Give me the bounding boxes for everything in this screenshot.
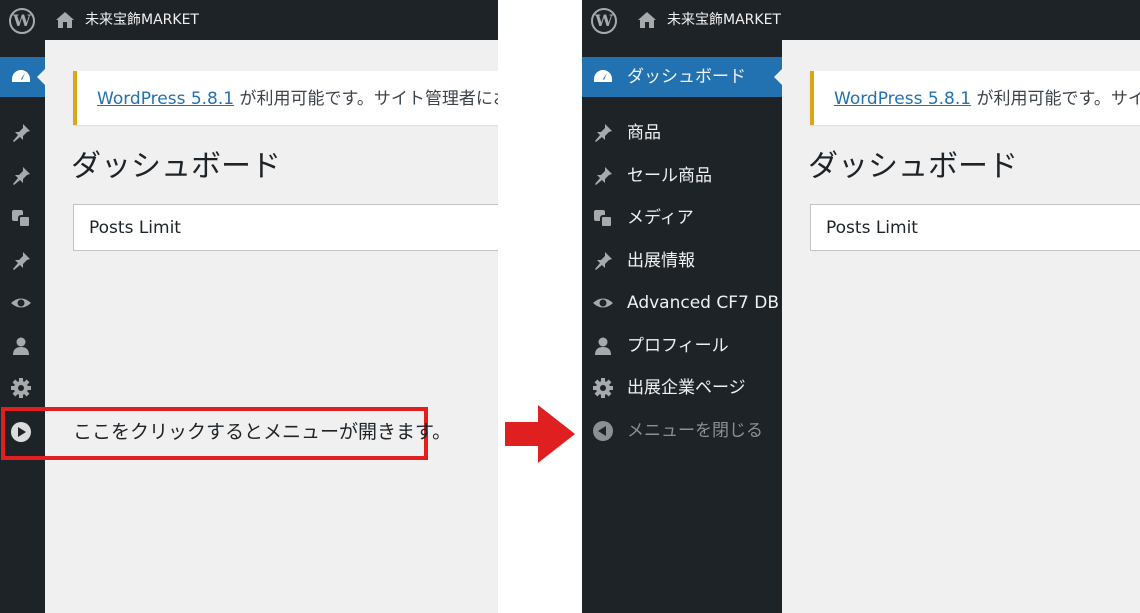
update-notice: WordPress 5.8.1 が利用可能です。サイト [810, 71, 1140, 125]
update-notice-text: WordPress 5.8.1 が利用可能です。サイト管理者にお [97, 88, 498, 110]
dashboard-icon [594, 70, 612, 82]
site-name[interactable]: 未来宝飾MARKET [85, 11, 199, 29]
menu-item-exhibit-info[interactable]: 出展情報 [582, 241, 782, 281]
menu-item-products[interactable] [0, 113, 45, 153]
gear-icon [593, 378, 613, 398]
main-content: WordPress 5.8.1 が利用可能です。サイト管理者にお ダッシュボード… [45, 40, 498, 613]
menu-label-sale-products: セール商品 [627, 166, 712, 186]
annotation-text: ここをクリックするとメニューが開きます。 [73, 421, 452, 443]
gear-icon [11, 378, 31, 398]
pin-icon [13, 124, 30, 142]
notice-message: が利用可能です。サイト管理者にお [239, 89, 498, 109]
wordpress-logo-icon[interactable]: W [591, 8, 617, 34]
menu-label-dashboard: ダッシュボード [627, 67, 746, 87]
update-link[interactable]: WordPress 5.8.1 [97, 89, 234, 109]
home-icon[interactable] [637, 10, 657, 30]
pin-icon [13, 252, 30, 270]
widget-title: Posts Limit [89, 218, 181, 238]
eye-icon [593, 298, 613, 308]
menu-item-profile[interactable] [0, 326, 45, 366]
posts-limit-widget: Posts Limit [73, 204, 498, 251]
red-arrow-icon [505, 405, 575, 463]
pin-icon [595, 252, 612, 270]
collapse-menu-button[interactable]: メニューを閉じる [582, 411, 782, 451]
pin-icon [13, 167, 30, 185]
home-icon[interactable] [55, 10, 75, 30]
menu-label-profile: プロフィール [627, 336, 729, 356]
widget-title: Posts Limit [826, 218, 918, 238]
collapsed-admin-screen: W 未来宝飾MARKET WordPress 5.8.1 が利用可能です。サイト… [0, 0, 498, 613]
menu-item-media[interactable]: メディア [582, 198, 782, 238]
menu-item-advanced-cf7-db[interactable] [0, 283, 45, 323]
notice-message: が利用可能です。サイト [976, 89, 1140, 109]
menu-item-media[interactable] [0, 198, 45, 238]
posts-limit-widget: Posts Limit [810, 204, 1140, 251]
menu-label-products: 商品 [627, 123, 661, 143]
media-icon [12, 210, 31, 228]
collapse-arrow-icon [593, 421, 613, 441]
site-name[interactable]: 未来宝飾MARKET [667, 11, 781, 29]
menu-item-dashboard[interactable] [0, 57, 46, 97]
menu-item-exhibitor-page[interactable]: 出展企業ページ [582, 368, 782, 408]
menu-label-media: メディア [627, 208, 694, 228]
eye-icon [11, 298, 31, 308]
media-icon [594, 210, 613, 228]
update-notice-text: WordPress 5.8.1 が利用可能です。サイト [834, 88, 1140, 110]
wordpress-logo-icon[interactable]: W [9, 8, 35, 34]
dashboard-icon [12, 70, 30, 82]
main-content: WordPress 5.8.1 が利用可能です。サイト ダッシュボード Post… [782, 40, 1140, 613]
menu-item-dashboard[interactable]: ダッシュボード [582, 57, 783, 97]
admin-bar: W 未来宝飾MARKET [582, 0, 1140, 40]
page-title: ダッシュボード [71, 149, 281, 184]
user-icon [13, 337, 29, 355]
admin-sidebar: ダッシュボード 商品 セール商品 メディア 出展情報 Advanced CF7 … [582, 40, 783, 613]
update-link[interactable]: WordPress 5.8.1 [834, 89, 971, 109]
menu-item-products[interactable]: 商品 [582, 113, 782, 153]
menu-item-sale-products[interactable]: セール商品 [582, 156, 782, 196]
update-notice: WordPress 5.8.1 が利用可能です。サイト管理者にお [73, 71, 498, 125]
menu-label-collapse: メニューを閉じる [627, 421, 763, 441]
menu-item-exhibitor-page[interactable] [0, 368, 45, 408]
menu-item-profile[interactable]: プロフィール [582, 326, 782, 366]
admin-sidebar [0, 40, 46, 613]
menu-item-sale-products[interactable] [0, 156, 45, 196]
menu-item-exhibit-info[interactable] [0, 241, 45, 281]
menu-item-advanced-cf7-db[interactable]: Advanced CF7 DB [582, 283, 782, 323]
pin-icon [595, 124, 612, 142]
pin-icon [595, 167, 612, 185]
admin-bar: W 未来宝飾MARKET [0, 0, 498, 40]
menu-label-advanced-cf7-db: Advanced CF7 DB [627, 293, 779, 313]
menu-label-exhibit-info: 出展情報 [627, 251, 695, 271]
user-icon [595, 337, 611, 355]
menu-label-exhibitor-page: 出展企業ページ [627, 378, 746, 398]
page-title: ダッシュボード [808, 149, 1018, 184]
expanded-admin-screen: W 未来宝飾MARKET ダッシュボード 商品 セール商品 メディア 出展情報 … [582, 0, 1140, 613]
